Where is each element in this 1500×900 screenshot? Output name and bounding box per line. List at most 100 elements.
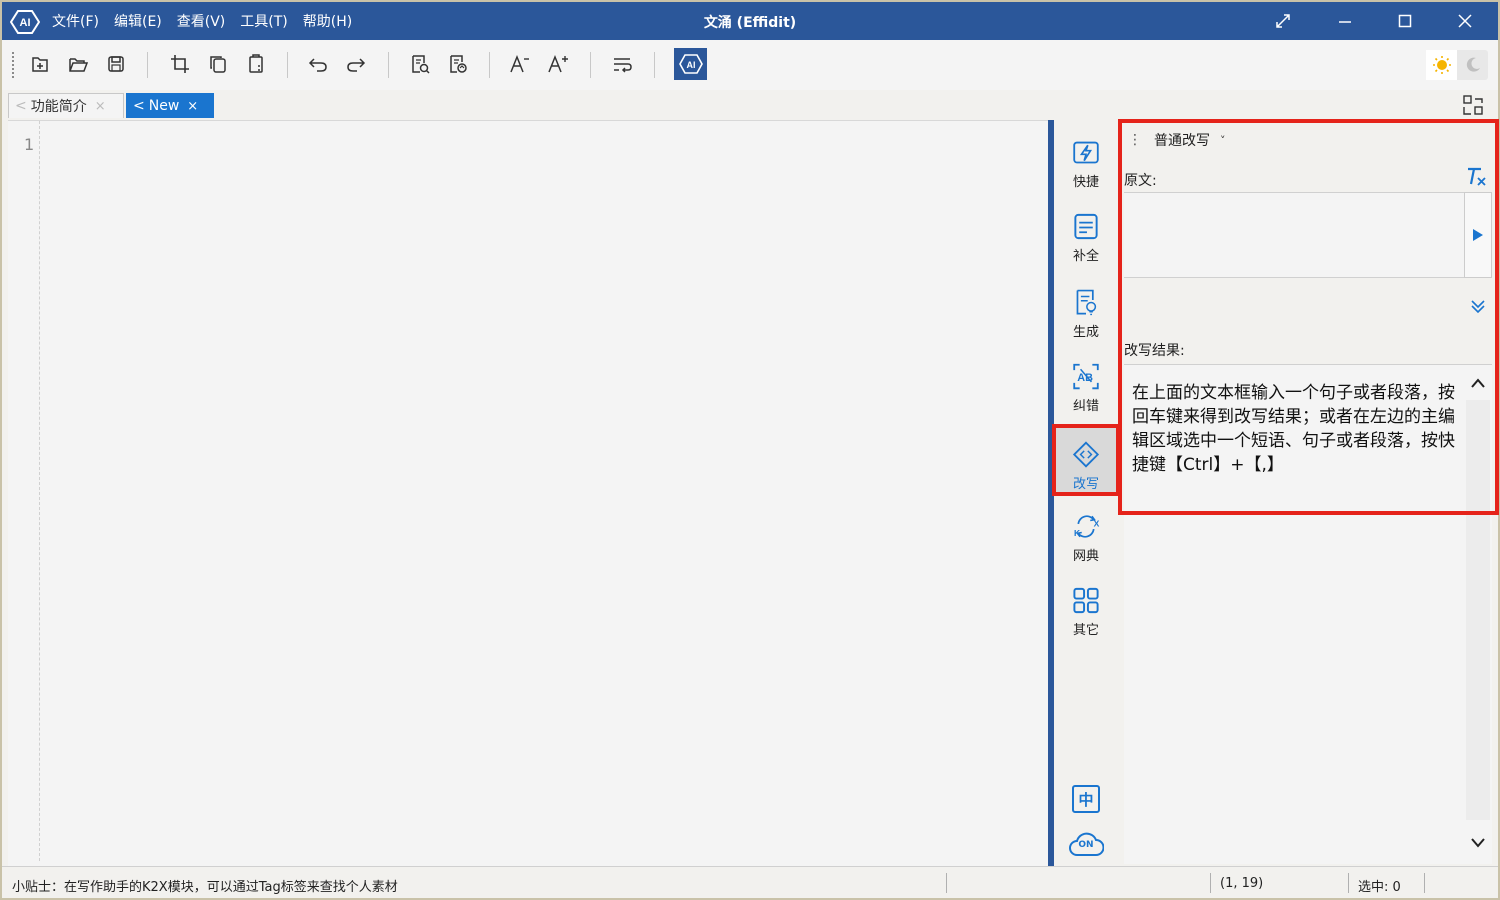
rewrite-icon — [1072, 441, 1100, 468]
copy-button[interactable] — [204, 50, 232, 78]
svg-text:AI: AI — [686, 60, 695, 70]
nav-label: 改写 — [1072, 477, 1099, 492]
scroll-up-icon[interactable] — [1468, 374, 1488, 394]
toolbar-separator — [654, 52, 655, 78]
chevron-down-icon: ˅ — [1220, 133, 1226, 147]
language-toggle-icon[interactable]: 中 — [1072, 785, 1100, 813]
nav-other[interactable]: 其它 — [1056, 574, 1116, 638]
nav-rewrite[interactable]: 改写 — [1052, 424, 1120, 496]
drag-handle-icon[interactable]: ⋮ — [1128, 132, 1142, 148]
cursor-position: (1, 19) — [1220, 876, 1264, 891]
crop-button[interactable] — [166, 50, 194, 78]
undo-icon — [308, 58, 327, 72]
save-button[interactable] — [102, 50, 130, 78]
result-label: 改写结果: — [1124, 343, 1185, 359]
app-logo-icon[interactable]: AI — [10, 9, 40, 35]
result-box: 在上面的文本框输入一个句子或者段落，按回车键来得到改写结果；或者在左边的主编辑区… — [1124, 364, 1492, 864]
main-editor[interactable]: 1 — [8, 120, 1048, 866]
svg-text:X: X — [1094, 519, 1100, 529]
theme-toggle[interactable] — [1426, 50, 1488, 80]
menu-view[interactable]: 查看(V) — [177, 11, 226, 31]
menu-file[interactable]: 文件(F) — [52, 11, 99, 31]
nav-label: 生成 — [1072, 325, 1099, 340]
nav-generate[interactable]: 生成 — [1056, 276, 1116, 340]
nav-shortcut[interactable]: 快捷 — [1056, 126, 1116, 190]
doc-search-icon — [412, 55, 430, 74]
tab-close-icon[interactable]: × — [187, 99, 198, 114]
tab-close-icon[interactable]: × — [95, 99, 106, 114]
ai-assistant-button[interactable]: AI — [674, 48, 707, 80]
nav-dictionary[interactable]: XK 网典 — [1056, 500, 1116, 564]
title-bar: AI 文件(F) 编辑(E) 查看(V) 工具(T) 帮助(H) 文涌 (Eff… — [2, 2, 1498, 40]
options-zone — [1124, 280, 1492, 340]
font-increase-icon — [548, 54, 568, 73]
toolbar-separator — [388, 52, 389, 78]
complete-icon — [1074, 213, 1098, 240]
correct-icon: AB — [1073, 363, 1099, 390]
moon-icon — [1466, 57, 1480, 72]
save-icon — [108, 56, 124, 72]
source-input[interactable] — [1124, 192, 1464, 278]
toolbar-separator — [147, 52, 148, 78]
crop-icon — [171, 55, 189, 73]
generate-icon — [1076, 289, 1097, 316]
wrap-button[interactable] — [608, 50, 636, 78]
new-file-button[interactable] — [26, 50, 54, 78]
lightning-icon — [1073, 141, 1099, 164]
toolbar-separator — [287, 52, 288, 78]
menu-help[interactable]: 帮助(H) — [303, 11, 352, 31]
svg-text:AI: AI — [20, 17, 31, 29]
layout-switch-icon[interactable] — [1462, 94, 1484, 116]
dark-theme-button[interactable] — [1457, 50, 1488, 80]
play-icon — [1473, 229, 1483, 241]
tab-new[interactable]: < New × — [126, 93, 214, 118]
side-nav: 快捷 补全 生成 AB 纠错 改写 XK 网典 其它 中 ON — [1052, 120, 1120, 866]
font-increase-button[interactable] — [544, 50, 572, 78]
close-window-button[interactable] — [1454, 10, 1476, 32]
light-theme-button[interactable] — [1426, 50, 1457, 80]
status-bar: 小贴士：在写作助手的K2X模块，可以通过Tag标签来查找个人素材 (1, 19)… — [2, 866, 1498, 898]
maximize-button[interactable] — [1394, 10, 1416, 32]
rewrite-mode-dropdown[interactable]: ⋮ 普通改写 ˅ — [1128, 130, 1226, 150]
tab-prefix: < — [15, 98, 27, 114]
double-chevron-down-icon[interactable] — [1468, 296, 1488, 316]
source-label: 原文: — [1124, 173, 1157, 189]
copy-icon — [210, 56, 226, 73]
tab-label: 功能简介 — [30, 99, 87, 115]
close-icon — [1458, 14, 1472, 28]
minimize-icon — [1339, 21, 1351, 23]
rewrite-mode-label: 普通改写 — [1154, 133, 1210, 149]
nav-label: 补全 — [1072, 249, 1099, 264]
font-decrease-button[interactable] — [506, 50, 534, 78]
paste-button[interactable] — [242, 50, 270, 78]
toolbar-separator — [489, 52, 490, 78]
nav-complete[interactable]: 补全 — [1056, 200, 1116, 264]
font-decrease-icon — [510, 54, 529, 73]
redo-button[interactable] — [342, 50, 370, 78]
nav-label: 快捷 — [1072, 175, 1099, 190]
scroll-down-icon[interactable] — [1468, 832, 1488, 852]
redo-icon — [347, 58, 366, 72]
paste-icon — [249, 54, 263, 73]
menu-edit[interactable]: 编辑(E) — [114, 11, 162, 31]
toolbar-grip[interactable] — [12, 52, 14, 78]
status-separator — [946, 873, 947, 893]
undo-button[interactable] — [304, 50, 332, 78]
grid-icon — [1073, 587, 1099, 614]
scrollbar-track[interactable] — [1466, 400, 1490, 820]
tab-intro[interactable]: < 功能简介 × — [8, 93, 124, 118]
toolbar: AI — [2, 40, 1498, 90]
svg-text:K: K — [1074, 528, 1081, 538]
open-folder-button[interactable] — [64, 50, 92, 78]
fullscreen-button[interactable] — [1272, 10, 1294, 32]
run-rewrite-button[interactable] — [1464, 192, 1492, 278]
doc-search-button[interactable] — [406, 50, 434, 78]
nav-correct[interactable]: AB 纠错 — [1056, 350, 1116, 414]
minimize-button[interactable] — [1334, 10, 1356, 32]
cloud-sync-icon[interactable]: ON — [1068, 830, 1105, 858]
expand-arrows-icon — [1276, 14, 1290, 28]
menu-tools[interactable]: 工具(T) — [240, 11, 287, 31]
clear-format-icon[interactable] — [1464, 164, 1488, 188]
doc-edit-button[interactable] — [444, 50, 472, 78]
selection-count: 选中: 0 — [1358, 880, 1401, 895]
